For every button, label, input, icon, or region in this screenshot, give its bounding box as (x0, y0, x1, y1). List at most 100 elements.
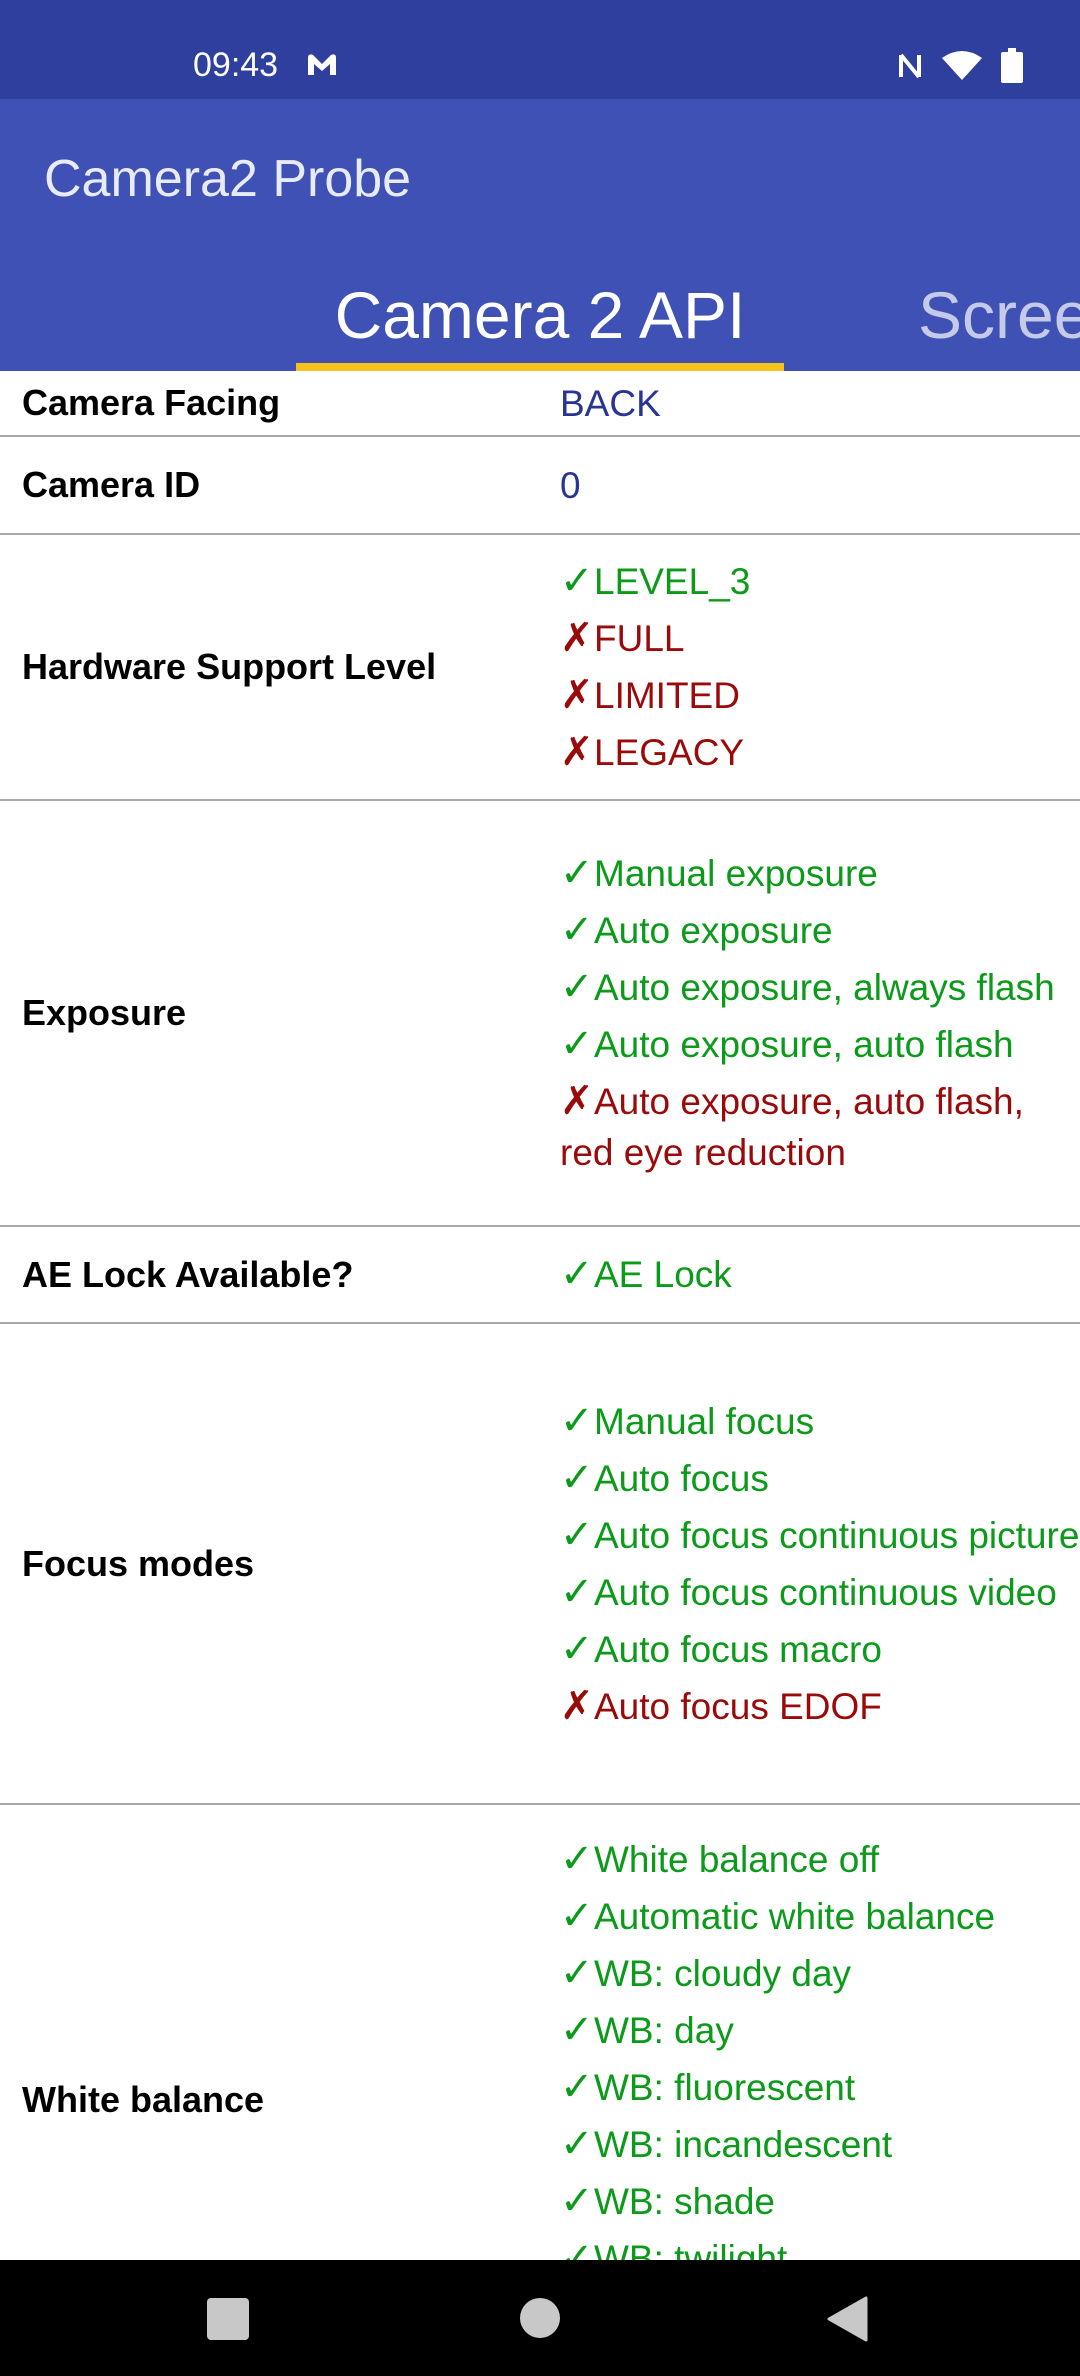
home-icon[interactable] (520, 2298, 560, 2338)
row-values: ✓Manual focus ✓Auto focus ✓Auto focus co… (560, 1393, 1080, 1735)
value-text: BACK (560, 382, 661, 424)
cross-icon: ✗ (560, 673, 594, 717)
row-label: AE Lock Available? (22, 1253, 354, 1295)
check-icon: ✓ (560, 1837, 594, 1881)
check-icon: ✓ (560, 851, 594, 895)
value-text: 0 (560, 464, 581, 506)
value-item: ✓WB: incandescent (560, 2116, 1080, 2173)
check-icon: ✓ (560, 2236, 594, 2260)
value-text: Auto focus EDOF (594, 1685, 882, 1727)
check-icon: ✓ (560, 965, 594, 1009)
cross-icon: ✗ (560, 616, 594, 660)
row-white-balance: White balance ✓White balance off ✓Automa… (0, 1805, 1080, 2260)
check-icon: ✓ (560, 908, 594, 952)
value-item: 0 (560, 457, 1080, 514)
value-item: ✓Auto focus (560, 1450, 1080, 1507)
row-hardware-support-level: Hardware Support Level ✓LEVEL_3 ✗FULL ✗L… (0, 535, 1080, 801)
status-bar: 09:43 (0, 0, 1080, 99)
value-item: ✓Manual focus (560, 1393, 1080, 1450)
value-text: Auto focus continuous picture (594, 1514, 1080, 1556)
check-icon: ✓ (560, 1022, 594, 1066)
value-text: WB: shade (594, 2181, 775, 2222)
value-text: LEGACY (594, 732, 745, 773)
value-item: ✗FULL (560, 610, 1080, 667)
check-icon: ✓ (560, 2008, 594, 2052)
value-item: ✓Auto exposure, auto flash (560, 1016, 1080, 1073)
value-text: LIMITED (594, 675, 740, 716)
value-text: FULL (594, 618, 685, 659)
value-item: ✓LEVEL_3 (560, 553, 1080, 610)
value-text: Automatic white balance (594, 1896, 996, 1937)
tab-screen[interactable]: Scree (918, 277, 1080, 353)
value-item: ✗Auto focus EDOF (560, 1678, 1080, 1735)
mail-m-icon (308, 54, 336, 75)
value-text: WB: cloudy day (594, 1953, 852, 1994)
check-icon: ✓ (560, 559, 594, 603)
value-text: Auto focus (594, 1457, 769, 1499)
row-label: Hardware Support Level (22, 646, 437, 687)
row-camera-id: Camera ID 0 (0, 437, 1080, 535)
value-text: LEVEL_3 (594, 561, 751, 602)
row-values: BACK (560, 375, 1080, 432)
check-icon: ✓ (560, 1252, 594, 1296)
row-values: ✓LEVEL_3 ✗FULL ✗LIMITED ✗LEGACY (560, 553, 1080, 781)
check-icon: ✓ (560, 1398, 594, 1443)
value-item: ✗LIMITED (560, 667, 1080, 724)
status-time: 09:43 (193, 46, 279, 84)
check-icon: ✓ (560, 1455, 594, 1500)
cross-icon: ✗ (560, 730, 594, 774)
value-text: AE Lock (594, 1254, 732, 1295)
nfc-icon (899, 53, 921, 79)
value-item: ✓Auto exposure, always flash (560, 959, 1080, 1016)
row-values: 0 (560, 457, 1080, 514)
value-text: Auto exposure, always flash (594, 967, 1055, 1008)
value-item: BACK (560, 375, 1080, 432)
value-item: ✓Auto focus continuous picture (560, 1507, 1080, 1564)
value-item: ✓WB: day (560, 2002, 1080, 2059)
value-text: WB: day (594, 2010, 734, 2051)
row-exposure: Exposure ✓Manual exposure ✓Auto exposure… (0, 801, 1080, 1227)
row-label: Camera Facing (22, 382, 281, 423)
recents-icon[interactable] (207, 2298, 249, 2340)
value-text: Auto exposure, auto flash (594, 1024, 1014, 1065)
value-text: Auto focus macro (594, 1628, 882, 1670)
status-icons (898, 48, 1024, 84)
value-text: WB: fluorescent (594, 2067, 856, 2108)
value-item: ✓WB: twilight (560, 2230, 1080, 2260)
battery-icon (1001, 48, 1023, 83)
value-text: WB: incandescent (594, 2124, 893, 2165)
cross-icon: ✗ (560, 1079, 594, 1123)
row-label: Camera ID (22, 464, 201, 505)
value-item: ✓AE Lock (560, 1246, 1080, 1303)
value-item: ✓Automatic white balance (560, 1888, 1080, 1945)
value-text: Auto focus continuous video (594, 1571, 1057, 1613)
value-item: ✓WB: shade (560, 2173, 1080, 2230)
row-label: Focus modes (22, 1542, 255, 1584)
row-ae-lock: AE Lock Available? ✓AE Lock (0, 1227, 1080, 1324)
tab-indicator (296, 363, 784, 371)
check-icon: ✓ (560, 1626, 594, 1671)
value-item: ✓Auto focus continuous video (560, 1564, 1080, 1621)
row-values: ✓Manual exposure ✓Auto exposure ✓Auto ex… (560, 845, 1080, 1181)
check-icon: ✓ (560, 2179, 594, 2223)
row-label: White balance (22, 2079, 265, 2120)
value-text: Manual exposure (594, 853, 878, 894)
camera-properties-list[interactable]: Camera Facing BACK Camera ID 0 Hardware … (0, 371, 1080, 2260)
app-title: Camera2 Probe (44, 150, 412, 208)
value-item: ✗LEGACY (560, 724, 1080, 781)
check-icon: ✓ (560, 1894, 594, 1938)
value-text: Auto exposure, auto flash, red eye reduc… (560, 1081, 1024, 1173)
check-icon: ✓ (560, 1569, 594, 1614)
row-focus-modes: Focus modes ✓Manual focus ✓Auto focus ✓A… (0, 1324, 1080, 1805)
row-values: ✓White balance off ✓Automatic white bala… (560, 1805, 1080, 2260)
tab-camera2-api[interactable]: Camera 2 API (296, 277, 784, 353)
value-item: ✓Manual exposure (560, 845, 1080, 902)
check-icon: ✓ (560, 1512, 594, 1557)
app-bar: Camera2 Probe (0, 99, 1080, 249)
value-text: WB: twilight (594, 2238, 788, 2260)
value-text: Manual focus (594, 1400, 815, 1442)
value-item: ✓White balance off (560, 1831, 1080, 1888)
value-item: ✓WB: cloudy day (560, 1945, 1080, 2002)
back-icon[interactable] (826, 2296, 868, 2342)
wifi-icon (942, 51, 982, 80)
